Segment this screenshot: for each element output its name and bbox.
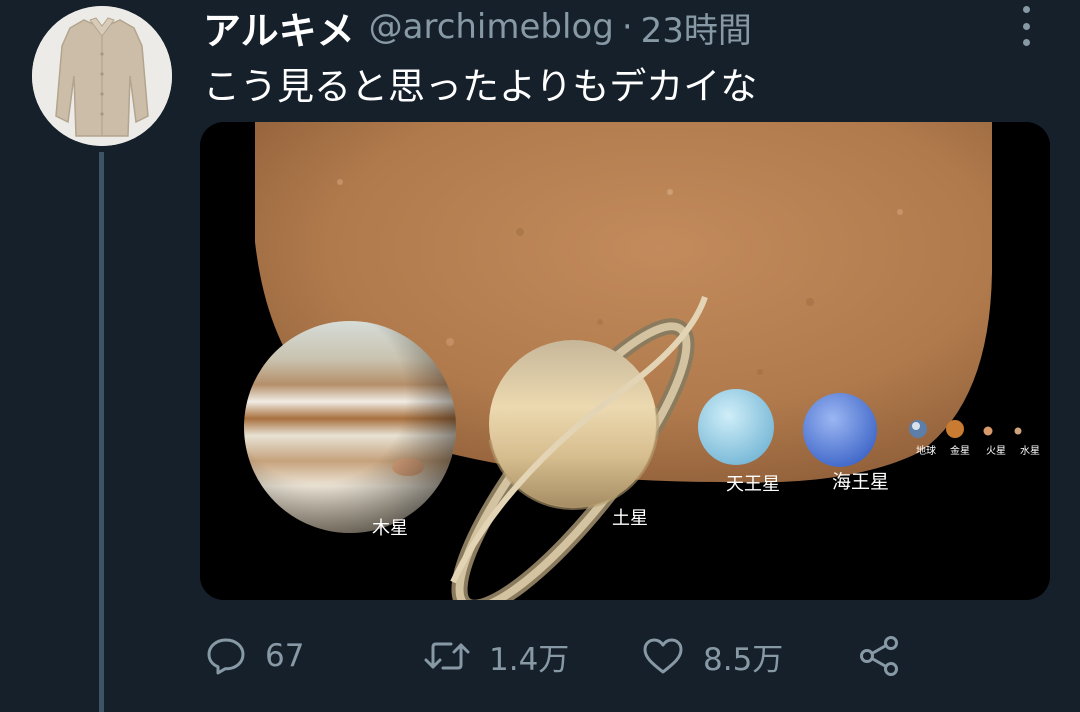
label-neptune: 海王星 bbox=[832, 471, 889, 493]
tweet-text: こう見ると思ったよりもデカイな bbox=[203, 65, 758, 108]
label-jupiter: 木星 bbox=[372, 518, 408, 539]
tweet-header: アルキメ @archimeblog · 23時間 bbox=[203, 0, 1010, 55]
label-venus: 金星 bbox=[950, 444, 970, 457]
label-mercury: 水星 bbox=[1020, 445, 1040, 457]
thread-line bbox=[99, 152, 104, 712]
neptune-image bbox=[803, 393, 877, 467]
label-saturn: 土星 bbox=[612, 508, 648, 529]
more-vertical-icon[interactable] bbox=[1016, 6, 1036, 46]
share-icon bbox=[857, 634, 901, 678]
label-mars: 火星 bbox=[986, 445, 1006, 457]
retweet-button[interactable]: 1.4万 bbox=[423, 628, 569, 684]
display-name[interactable]: アルキメ bbox=[203, 0, 355, 55]
reply-icon bbox=[205, 635, 247, 677]
uranus-image bbox=[698, 389, 774, 465]
like-count: 8.5万 bbox=[703, 641, 784, 678]
label-uranus: 天王星 bbox=[726, 474, 780, 495]
shirt-avatar-image bbox=[32, 6, 172, 146]
like-button[interactable]: 8.5万 bbox=[641, 628, 783, 684]
reply-count: 67 bbox=[265, 638, 305, 674]
separator-dot: · bbox=[621, 7, 633, 47]
mercury-image bbox=[1014, 427, 1022, 435]
mars-image bbox=[983, 426, 993, 436]
share-button[interactable] bbox=[857, 628, 901, 684]
avatar[interactable] bbox=[32, 6, 172, 146]
heart-icon bbox=[641, 635, 685, 677]
user-handle[interactable]: @archimeblog bbox=[369, 7, 614, 47]
retweet-count: 1.4万 bbox=[489, 641, 570, 678]
label-earth: 地球 bbox=[916, 444, 936, 457]
tweet-media-image[interactable]: 木星 土星 天王星 海王星 地球 金星 火星 水星 bbox=[200, 122, 1050, 600]
earth-image bbox=[909, 420, 927, 438]
jupiter-image bbox=[244, 321, 456, 533]
venus-image bbox=[946, 420, 964, 438]
tweet-timestamp[interactable]: 23時間 bbox=[641, 3, 752, 52]
reply-button[interactable]: 67 bbox=[205, 628, 304, 684]
tweet-actions: 67 1.4万 8.5万 bbox=[205, 628, 925, 684]
retweet-icon bbox=[423, 635, 471, 677]
